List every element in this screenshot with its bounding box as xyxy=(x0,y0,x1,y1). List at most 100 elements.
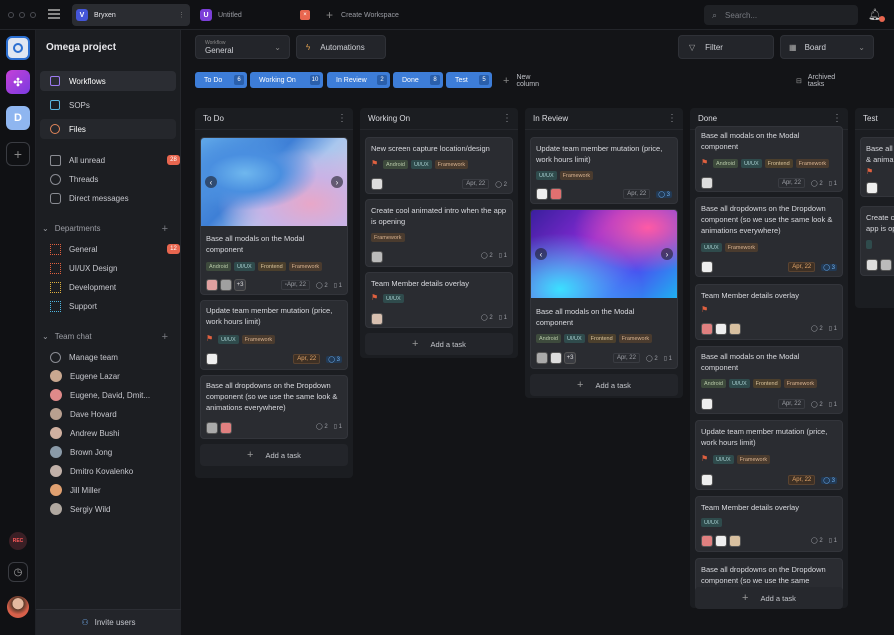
add-workspace-icon[interactable]: + xyxy=(6,142,30,166)
add-task-button[interactable]: +Add a task xyxy=(365,333,513,355)
chip-todo[interactable]: To Do6 xyxy=(195,72,247,88)
workspace-omega-icon[interactable] xyxy=(6,36,30,60)
arrow-right-icon[interactable]: › xyxy=(331,176,343,188)
sidebar-item-manage-team[interactable]: Manage team xyxy=(50,349,118,365)
more-icon[interactable]: ⋮ xyxy=(832,113,842,124)
menu-icon[interactable] xyxy=(48,9,60,19)
add-task-button[interactable]: +Add a task xyxy=(695,587,843,609)
tag: UI/UX xyxy=(564,334,585,343)
arrow-left-icon[interactable]: ‹ xyxy=(205,176,217,188)
task-card[interactable]: ‹ › Base all modals on the Modal compone… xyxy=(200,137,348,295)
chat-andrew-bushi[interactable]: Andrew Bushi xyxy=(50,425,119,441)
chip-in-review[interactable]: In Review2 xyxy=(327,72,390,88)
chevron-down-icon: ⌄ xyxy=(858,43,865,52)
task-card[interactable]: Team Member details overlay ⚑ UI/UX ◯ 2▯… xyxy=(365,272,513,328)
more-icon[interactable]: ⋮ xyxy=(667,113,677,124)
task-card[interactable]: Team Member details overlay ⚑ ◯ 2▯ 1 xyxy=(695,284,843,340)
task-card[interactable]: Base all dropdowns on the Dropdown compo… xyxy=(200,375,348,439)
sidebar-item-uiux[interactable]: UI/UX Design xyxy=(50,260,117,276)
filter-button[interactable]: ▽Filter xyxy=(678,35,774,59)
card-meta: ◯ 2▯ 1 xyxy=(481,252,507,259)
chat-eugene-lazar[interactable]: Eugene Lazar xyxy=(50,368,120,384)
task-card[interactable]: Update team member mutation (price, work… xyxy=(200,300,348,370)
task-card[interactable]: Create cool... app is op... xyxy=(860,206,894,276)
add-chat-icon[interactable]: + xyxy=(162,331,168,343)
task-card[interactable]: Base all dropdowns on the Dropdown compo… xyxy=(695,197,843,277)
archived-tasks-button[interactable]: ⊟Archived tasks xyxy=(796,74,835,88)
sidebar-item-label: Eugene, David, Dmit... xyxy=(70,391,150,400)
task-card[interactable]: Update team member mutation (price, work… xyxy=(695,420,843,490)
clock-icon[interactable]: ◷ xyxy=(8,562,28,582)
window-dot-icon[interactable] xyxy=(8,12,14,18)
chat-dave-hovard[interactable]: Dave Hovard xyxy=(50,406,117,422)
window-dot-icon[interactable] xyxy=(19,12,25,18)
task-card[interactable]: Team Member details overlay UI/UX ◯ 2▯ 1 xyxy=(695,496,843,552)
task-card[interactable]: Base all modals on the Modal component ⚑… xyxy=(695,126,843,192)
column-done: Done⋮ Base all modals on the Modal compo… xyxy=(690,108,848,608)
workspace-apps-icon[interactable]: ✣ xyxy=(6,70,30,94)
card-tags: AndroidUI/UXFrontendFramework xyxy=(713,159,829,168)
sidebar-item-all-unread[interactable]: All unread28 xyxy=(50,152,180,168)
card-tags: UI/UX xyxy=(701,518,722,527)
sidebar-item-general[interactable]: General12 xyxy=(50,241,180,257)
document-icon xyxy=(50,100,60,110)
board-view-select[interactable]: ▦Board⌄ xyxy=(780,35,874,59)
sidebar-item-files[interactable]: Files xyxy=(40,119,176,139)
close-tab-icon[interactable]: × xyxy=(300,10,310,20)
sidebar-item-direct-messages[interactable]: Direct messages xyxy=(50,190,129,206)
add-department-icon[interactable]: + xyxy=(162,223,168,235)
invite-users-button[interactable]: ⚇Invite users xyxy=(36,609,181,635)
add-task-button[interactable]: +Add a task xyxy=(200,444,348,466)
column-in-review: In Review⋮ Update team member mutation (… xyxy=(525,108,683,398)
more-icon[interactable]: ⋮ xyxy=(502,113,512,124)
chat-dmitro-kovalenko[interactable]: Dmitro Kovalenko xyxy=(50,463,133,479)
chip-test[interactable]: Test5 xyxy=(446,72,492,88)
task-card[interactable]: Create cool animated intro when the app … xyxy=(365,199,513,267)
more-icon[interactable]: ⋮ xyxy=(337,113,347,124)
automations-button[interactable]: ϟAutomations xyxy=(296,35,386,59)
create-workspace-button[interactable]: + Create Workspace xyxy=(326,4,426,26)
chip-done[interactable]: Done8 xyxy=(393,72,443,88)
avatar xyxy=(866,259,878,271)
sidebar-item-threads[interactable]: Threads xyxy=(50,171,98,187)
workspace-d[interactable]: D xyxy=(6,106,30,130)
chip-working-on[interactable]: Working On10 xyxy=(250,72,323,88)
chat-brown-jong[interactable]: Brown Jong xyxy=(50,444,112,460)
chat-jill-miller[interactable]: Jill Miller xyxy=(50,482,101,498)
task-card[interactable]: New screen capture location/design ⚑ And… xyxy=(365,137,513,194)
due-date: Apr, 22 xyxy=(788,262,815,272)
task-card[interactable]: Base all mo... & anima... ⚑ xyxy=(860,137,894,197)
task-card[interactable]: ‹ › Base all modals on the Modal compone… xyxy=(530,209,678,369)
record-label: REC xyxy=(13,538,24,544)
invite-label: Invite users xyxy=(95,618,136,627)
record-button[interactable]: REC xyxy=(9,532,27,550)
task-card[interactable]: Update team member mutation (price, work… xyxy=(530,137,678,204)
card-assignees xyxy=(701,474,713,486)
tab-bryxen[interactable]: V Bryxen ⋮ xyxy=(72,4,190,26)
sidebar-item-development[interactable]: Development xyxy=(50,279,116,295)
chat-sergiy-wild[interactable]: Sergiy Wild xyxy=(50,501,110,517)
card-assignees xyxy=(371,251,383,263)
tab-untitled[interactable]: U Untitled × xyxy=(196,4,314,26)
sidebar-item-sops[interactable]: SOPs xyxy=(40,95,176,115)
arrow-left-icon[interactable]: ‹ xyxy=(535,248,547,260)
chat-group[interactable]: Eugene, David, Dmit... xyxy=(50,387,150,403)
chip-label: Done xyxy=(402,77,419,84)
task-card[interactable]: Base all modals on the Modal component A… xyxy=(695,346,843,414)
title-bar: V Bryxen ⋮ U Untitled × + Create Workspa… xyxy=(0,0,894,30)
new-column-button[interactable]: +New column xyxy=(503,74,539,88)
add-task-button[interactable]: +Add a task xyxy=(530,374,678,396)
card-meta: ◯ 2▯ 1 xyxy=(811,537,837,544)
team-chat-section[interactable]: ⌄Team chat+ xyxy=(42,332,176,341)
window-dot-icon[interactable] xyxy=(30,12,36,18)
user-avatar[interactable] xyxy=(7,596,29,618)
search-input[interactable]: ⌕ Search... xyxy=(704,5,858,25)
sidebar-item-workflows[interactable]: Workflows xyxy=(40,71,176,91)
sidebar-item-support[interactable]: Support xyxy=(50,298,97,314)
add-task-label: Add a task xyxy=(595,381,630,390)
more-icon[interactable]: ⋮ xyxy=(178,11,185,19)
departments-section[interactable]: ⌄Departments+ xyxy=(42,224,176,233)
arrow-right-icon[interactable]: › xyxy=(661,248,673,260)
tag: Android xyxy=(536,334,561,343)
workflow-select[interactable]: WorkflowGeneral ⌄ xyxy=(195,35,290,59)
